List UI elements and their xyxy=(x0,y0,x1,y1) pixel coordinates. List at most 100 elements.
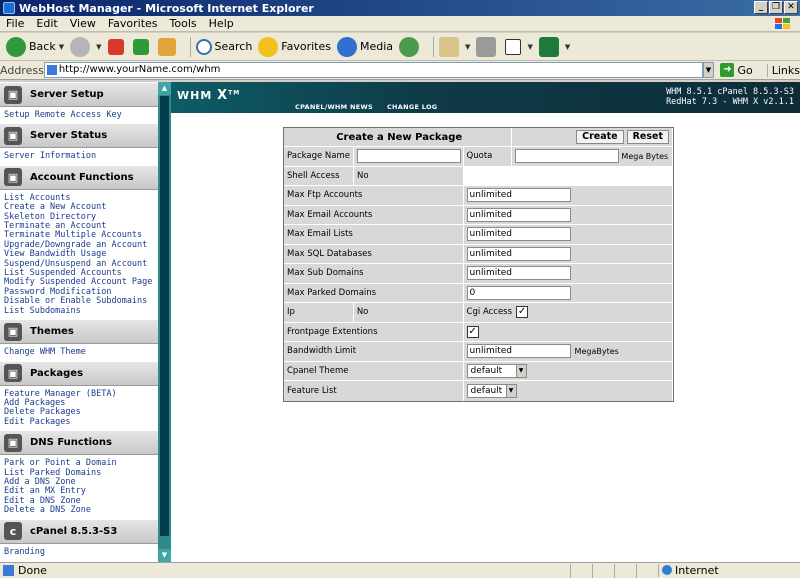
window-title: WebHost Manager - Microsoft Internet Exp… xyxy=(19,1,314,15)
section-title: Themes xyxy=(30,326,74,338)
back-button[interactable]: Back ▼ xyxy=(6,36,64,57)
menu-edit[interactable]: Edit xyxy=(30,17,63,30)
history-button[interactable] xyxy=(399,36,422,57)
frontpage-label: Frontpage Extentions xyxy=(284,322,464,341)
max-subdomains-input[interactable]: unlimited xyxy=(466,266,571,281)
form-title: Create a New Package xyxy=(284,128,513,146)
scrollbar-thumb[interactable] xyxy=(160,96,169,536)
section-account-functions: ▣ Account Functions xyxy=(0,164,158,190)
max-email-input[interactable]: unlimited xyxy=(466,207,571,222)
security-zone: Internet xyxy=(658,564,719,577)
minimize-button[interactable]: _ xyxy=(754,1,768,14)
sidebar-scrollbar[interactable]: ▲ ▼ xyxy=(158,82,171,562)
address-dropdown-button[interactable]: ▼ xyxy=(702,62,715,78)
address-label: Address xyxy=(0,63,44,77)
version-info: WHM 8.5.1 cPanel 8.5.3-S3 RedHat 7.3 - W… xyxy=(666,87,794,107)
home-button[interactable] xyxy=(157,37,179,56)
menu-view[interactable]: View xyxy=(64,17,102,30)
forward-arrow-icon xyxy=(70,36,91,57)
star-icon xyxy=(258,36,279,57)
window-titlebar: WebHost Manager - Microsoft Internet Exp… xyxy=(0,0,800,16)
logo-tm: TM xyxy=(228,89,241,97)
section-title: Server Setup xyxy=(30,89,104,100)
menu-favorites[interactable]: Favorites xyxy=(102,17,164,30)
scroll-down-icon[interactable]: ▼ xyxy=(158,549,171,562)
max-email-lists-input[interactable]: unlimited xyxy=(466,227,571,242)
search-button[interactable]: Search xyxy=(195,38,253,55)
server-status-icon: ▣ xyxy=(4,126,22,145)
themes-icon: ▣ xyxy=(4,322,22,341)
max-ftp-input[interactable]: unlimited xyxy=(466,188,571,203)
link-server-information[interactable]: Server Information xyxy=(4,151,158,161)
max-ftp-label: Max Ftp Accounts xyxy=(284,186,464,205)
max-sql-label: Max SQL Databases xyxy=(284,244,464,263)
links-button[interactable]: Links xyxy=(766,63,800,77)
forward-button[interactable]: ▼ xyxy=(70,36,102,57)
section-server-setup: ▣ Server Setup xyxy=(0,82,158,107)
chevron-down-icon: ▼ xyxy=(515,364,526,377)
max-parked-input[interactable]: 0 xyxy=(466,285,571,300)
link-list-subdomains[interactable]: List Subdomains xyxy=(4,306,158,316)
whm-header: WHM XTM CPANEL/WHM NEWS CHANGE LOG WHM 8… xyxy=(171,82,800,113)
scroll-up-icon[interactable]: ▲ xyxy=(158,82,171,95)
refresh-button[interactable] xyxy=(132,38,152,55)
go-label: Go xyxy=(737,63,753,77)
bandwidth-input[interactable]: unlimited xyxy=(466,344,571,359)
search-label: Search xyxy=(214,40,253,53)
back-arrow-icon xyxy=(6,36,26,57)
cpanel-theme-label: Cpanel Theme xyxy=(284,361,464,380)
cgi-access-label: Cgi Access xyxy=(466,307,513,318)
max-subdomains-label: Max Sub Domains xyxy=(284,264,464,283)
section-cpanel: c cPanel 8.5.3-S3 xyxy=(0,518,158,544)
link-edit-packages[interactable]: Edit Packages xyxy=(4,417,158,427)
menu-tools[interactable]: Tools xyxy=(164,17,203,30)
link-change-whm-theme[interactable]: Change WHM Theme xyxy=(4,347,158,357)
toolbar: Back ▼ ▼ Search Favorites Media ▼ ▼ ▼ xyxy=(0,33,800,61)
edit-button[interactable]: ▼ xyxy=(505,38,533,55)
bandwidth-unit: MegaBytes xyxy=(574,346,619,356)
max-email-label: Max Email Accounts xyxy=(284,205,464,224)
back-label: Back xyxy=(29,40,56,53)
max-sql-input[interactable]: unlimited xyxy=(466,246,571,261)
menu-help[interactable]: Help xyxy=(203,17,240,30)
refresh-icon xyxy=(132,38,149,55)
mail-button[interactable]: ▼ xyxy=(439,36,470,57)
package-name-input[interactable] xyxy=(356,149,461,164)
print-button[interactable] xyxy=(476,36,499,57)
section-dns-functions: ▣ DNS Functions xyxy=(0,430,158,456)
nav-news[interactable]: CPANEL/WHM NEWS xyxy=(295,103,373,111)
media-icon xyxy=(337,36,357,57)
cpanel-theme-select[interactable]: default ▼ xyxy=(466,363,527,378)
section-packages: ▣ Packages xyxy=(0,360,158,386)
quota-input[interactable] xyxy=(515,149,620,164)
cgi-access-checkbox[interactable]: ✓ xyxy=(516,306,529,319)
address-input[interactable]: http://www.yourName.com/whm xyxy=(43,62,703,78)
link-branding[interactable]: Branding xyxy=(4,547,158,557)
go-button[interactable]: ➜ Go xyxy=(720,63,753,77)
print-icon xyxy=(476,36,497,57)
close-button[interactable]: ✕ xyxy=(784,1,798,14)
frontpage-checkbox[interactable]: ✓ xyxy=(466,325,479,338)
favorites-button[interactable]: Favorites xyxy=(258,36,331,57)
stop-button[interactable] xyxy=(107,38,127,55)
feature-selected: default xyxy=(470,385,503,396)
status-bar: Done Internet xyxy=(0,562,800,578)
dns-functions-icon: ▣ xyxy=(4,433,22,452)
research-button[interactable]: ▼ xyxy=(538,36,570,57)
section-title: DNS Functions xyxy=(30,437,113,449)
section-title: Packages xyxy=(30,367,84,379)
quota-unit: Mega Bytes xyxy=(621,151,669,161)
research-icon xyxy=(538,36,559,57)
restore-button[interactable]: ❐ xyxy=(769,1,783,14)
menu-file[interactable]: File xyxy=(0,17,30,30)
create-button[interactable]: Create xyxy=(576,130,624,144)
chevron-down-icon: ▼ xyxy=(505,384,516,397)
reset-button[interactable]: Reset xyxy=(626,130,669,144)
stop-icon xyxy=(107,38,124,55)
section-themes: ▣ Themes xyxy=(0,319,158,345)
link-delete-dns-zone[interactable]: Delete a DNS Zone xyxy=(4,505,158,515)
feature-list-select[interactable]: default ▼ xyxy=(466,383,517,398)
link-setup-remote-access-key[interactable]: Setup Remote Access Key xyxy=(4,110,158,120)
nav-changelog[interactable]: CHANGE LOG xyxy=(387,103,438,111)
media-button[interactable]: Media xyxy=(337,36,393,57)
